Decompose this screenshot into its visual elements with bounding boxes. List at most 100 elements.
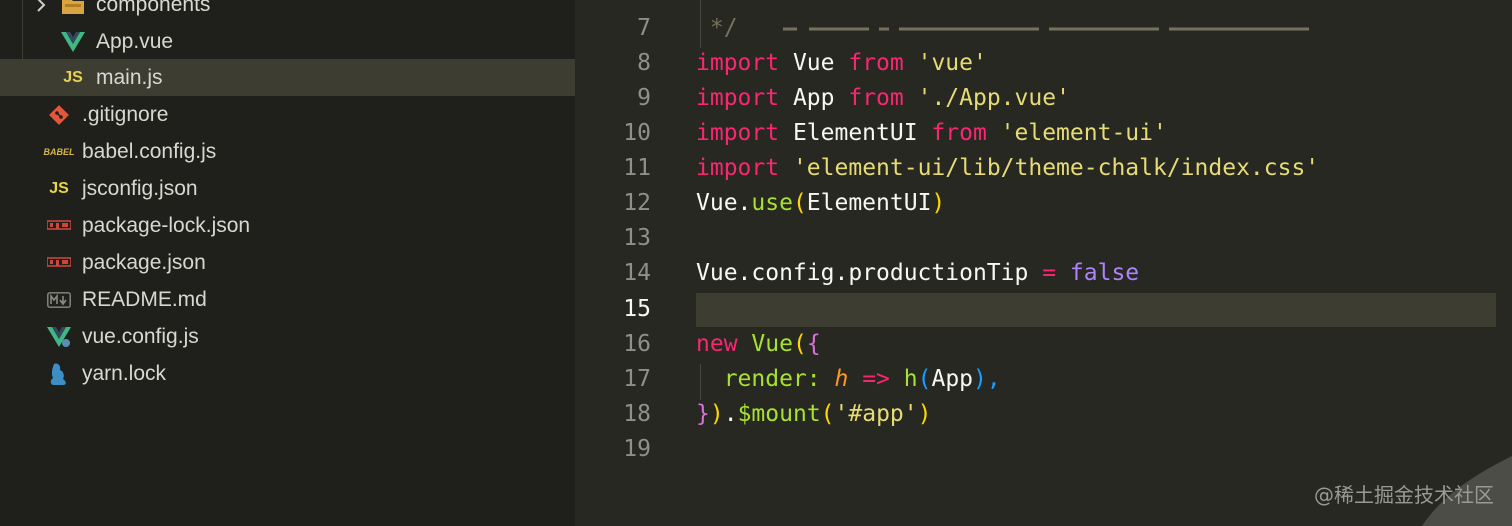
boolean-token: false [1069, 260, 1140, 286]
identifier-token: App [931, 366, 974, 392]
tree-item-label: babel.config.js [82, 139, 217, 163]
function-token: use [751, 190, 793, 216]
tree-item-main-js[interactable]: JS main.js [0, 59, 575, 96]
code-line-11[interactable]: 11 import 'element-ui/lib/theme-chalk/in… [575, 151, 1512, 186]
vue-config-icon [46, 324, 72, 350]
tree-item-jsconfig[interactable]: JS jsconfig.json [0, 170, 575, 207]
argument-token: h [834, 366, 849, 392]
code-line-16[interactable]: 16 new Vue({ [575, 327, 1512, 362]
code-line-18[interactable]: 18 }).$mount('#app') [575, 397, 1512, 432]
tree-item-readme[interactable]: README.md [0, 281, 575, 318]
code-text: import App from './App.vue' [696, 85, 1070, 111]
line-number: 14 [623, 260, 651, 286]
keyword-token: from [931, 120, 987, 146]
code-line-13[interactable]: 13 [575, 221, 1512, 256]
npm-icon [46, 250, 72, 276]
code-text: import ElementUI from 'element-ui' [696, 120, 1167, 146]
vue-icon [60, 29, 86, 55]
keyword-token: from [848, 50, 904, 76]
function-token: Vue [751, 331, 793, 357]
tree-item-label: App.vue [96, 29, 174, 53]
js-icon: JS [60, 65, 86, 91]
line-number: 11 [623, 155, 651, 181]
folder-icon [60, 0, 86, 18]
code-line-14[interactable]: 14 Vue.config.productionTip = false [575, 256, 1512, 291]
keyword-token: import [696, 50, 780, 76]
tree-item-label: package.json [82, 250, 206, 274]
string-token: 'vue' [917, 50, 987, 76]
dot-token: . [723, 401, 738, 427]
keyword-token: import [696, 120, 780, 146]
code-text: Vue.config.productionTip = false [696, 260, 1139, 286]
js-config-icon: JS [46, 176, 72, 202]
line-number: 16 [623, 331, 651, 357]
bracket-token: ( [792, 331, 807, 357]
code-line-12[interactable]: 12 Vue.use(ElementUI) [575, 186, 1512, 221]
code-line-7[interactable]: 7 */ [575, 11, 1512, 46]
chevron-right-icon [34, 0, 48, 12]
current-line-highlight [696, 293, 1496, 327]
identifier-token: Vue.config.productionTip [696, 260, 1043, 286]
arrow-token: => [862, 366, 890, 392]
line-number: 17 [623, 366, 651, 392]
code-line-17[interactable]: 17 render: h => h(App), [575, 362, 1512, 397]
bracket-token: ) [709, 401, 724, 427]
tree-item-yarn-lock[interactable]: yarn.lock [0, 355, 575, 392]
code-line-15-current[interactable]: 15 [575, 292, 1512, 327]
tree-item-gitignore[interactable]: .gitignore [0, 96, 575, 133]
function-token: $mount [737, 401, 821, 427]
bracket-token: ) [931, 190, 946, 216]
line-number: 18 [623, 401, 651, 427]
code-line-19[interactable]: 19 [575, 432, 1512, 467]
code-line-8[interactable]: 8 import Vue from 'vue' [575, 46, 1512, 81]
tree-item-label: jsconfig.json [82, 176, 198, 200]
string-token: 'element-ui/lib/theme-chalk/index.css' [792, 155, 1320, 181]
bracket-token: ( [792, 190, 807, 216]
js-icon-text: JS [49, 179, 69, 197]
tree-item-label: components [96, 0, 211, 16]
identifier-token: App [779, 85, 849, 111]
keyword-token: new [696, 331, 738, 357]
yarn-icon [46, 361, 72, 387]
babel-icon: BABEL [44, 139, 75, 165]
code-text: import 'element-ui/lib/theme-chalk/index… [696, 155, 1319, 181]
code-line-10[interactable]: 10 import ElementUI from 'element-ui' [575, 116, 1512, 151]
tree-item-vue-config[interactable]: vue.config.js [0, 318, 575, 355]
keyword-token: import [696, 85, 780, 111]
tree-item-babel-config[interactable]: BABEL babel.config.js [0, 133, 575, 170]
code-text: Vue.use(ElementUI) [696, 190, 945, 216]
code-text: }).$mount('#app') [696, 401, 931, 427]
tree-item-package-json[interactable]: package.json [0, 244, 575, 281]
tree-item-label: vue.config.js [82, 324, 199, 348]
identifier-token: ElementUI [806, 190, 932, 216]
keyword-token: from [848, 85, 904, 111]
file-explorer: components App.vue JS main.js .gitignore… [0, 0, 575, 526]
bracket-token: ( [917, 366, 932, 392]
line-number: 12 [623, 190, 651, 216]
line-number: 8 [637, 50, 651, 76]
code-line-9[interactable]: 9 import App from './App.vue' [575, 81, 1512, 116]
tree-item-label: package-lock.json [82, 213, 251, 237]
bracket-token: { [806, 331, 821, 357]
string-token: 'element-ui' [1000, 120, 1167, 146]
code-text: */ [696, 15, 738, 41]
tree-item-package-lock[interactable]: package-lock.json [0, 207, 575, 244]
code-editor[interactable]: 7 */ 8 import Vue from 'vue' 9 import Ap… [575, 0, 1512, 526]
js-icon-text: JS [63, 68, 83, 86]
code-text: new Vue({ [696, 331, 821, 357]
bracket-token: ), [973, 366, 1001, 392]
npm-icon [46, 213, 72, 239]
line-number: 7 [637, 15, 651, 41]
tree-item-label: README.md [82, 287, 207, 311]
line-number: 10 [623, 120, 651, 146]
property-token: render: [696, 366, 835, 392]
keyword-token: import [696, 155, 780, 181]
tree-item-app-vue[interactable]: App.vue [0, 23, 575, 60]
tree-item-components[interactable]: components [0, 0, 575, 23]
